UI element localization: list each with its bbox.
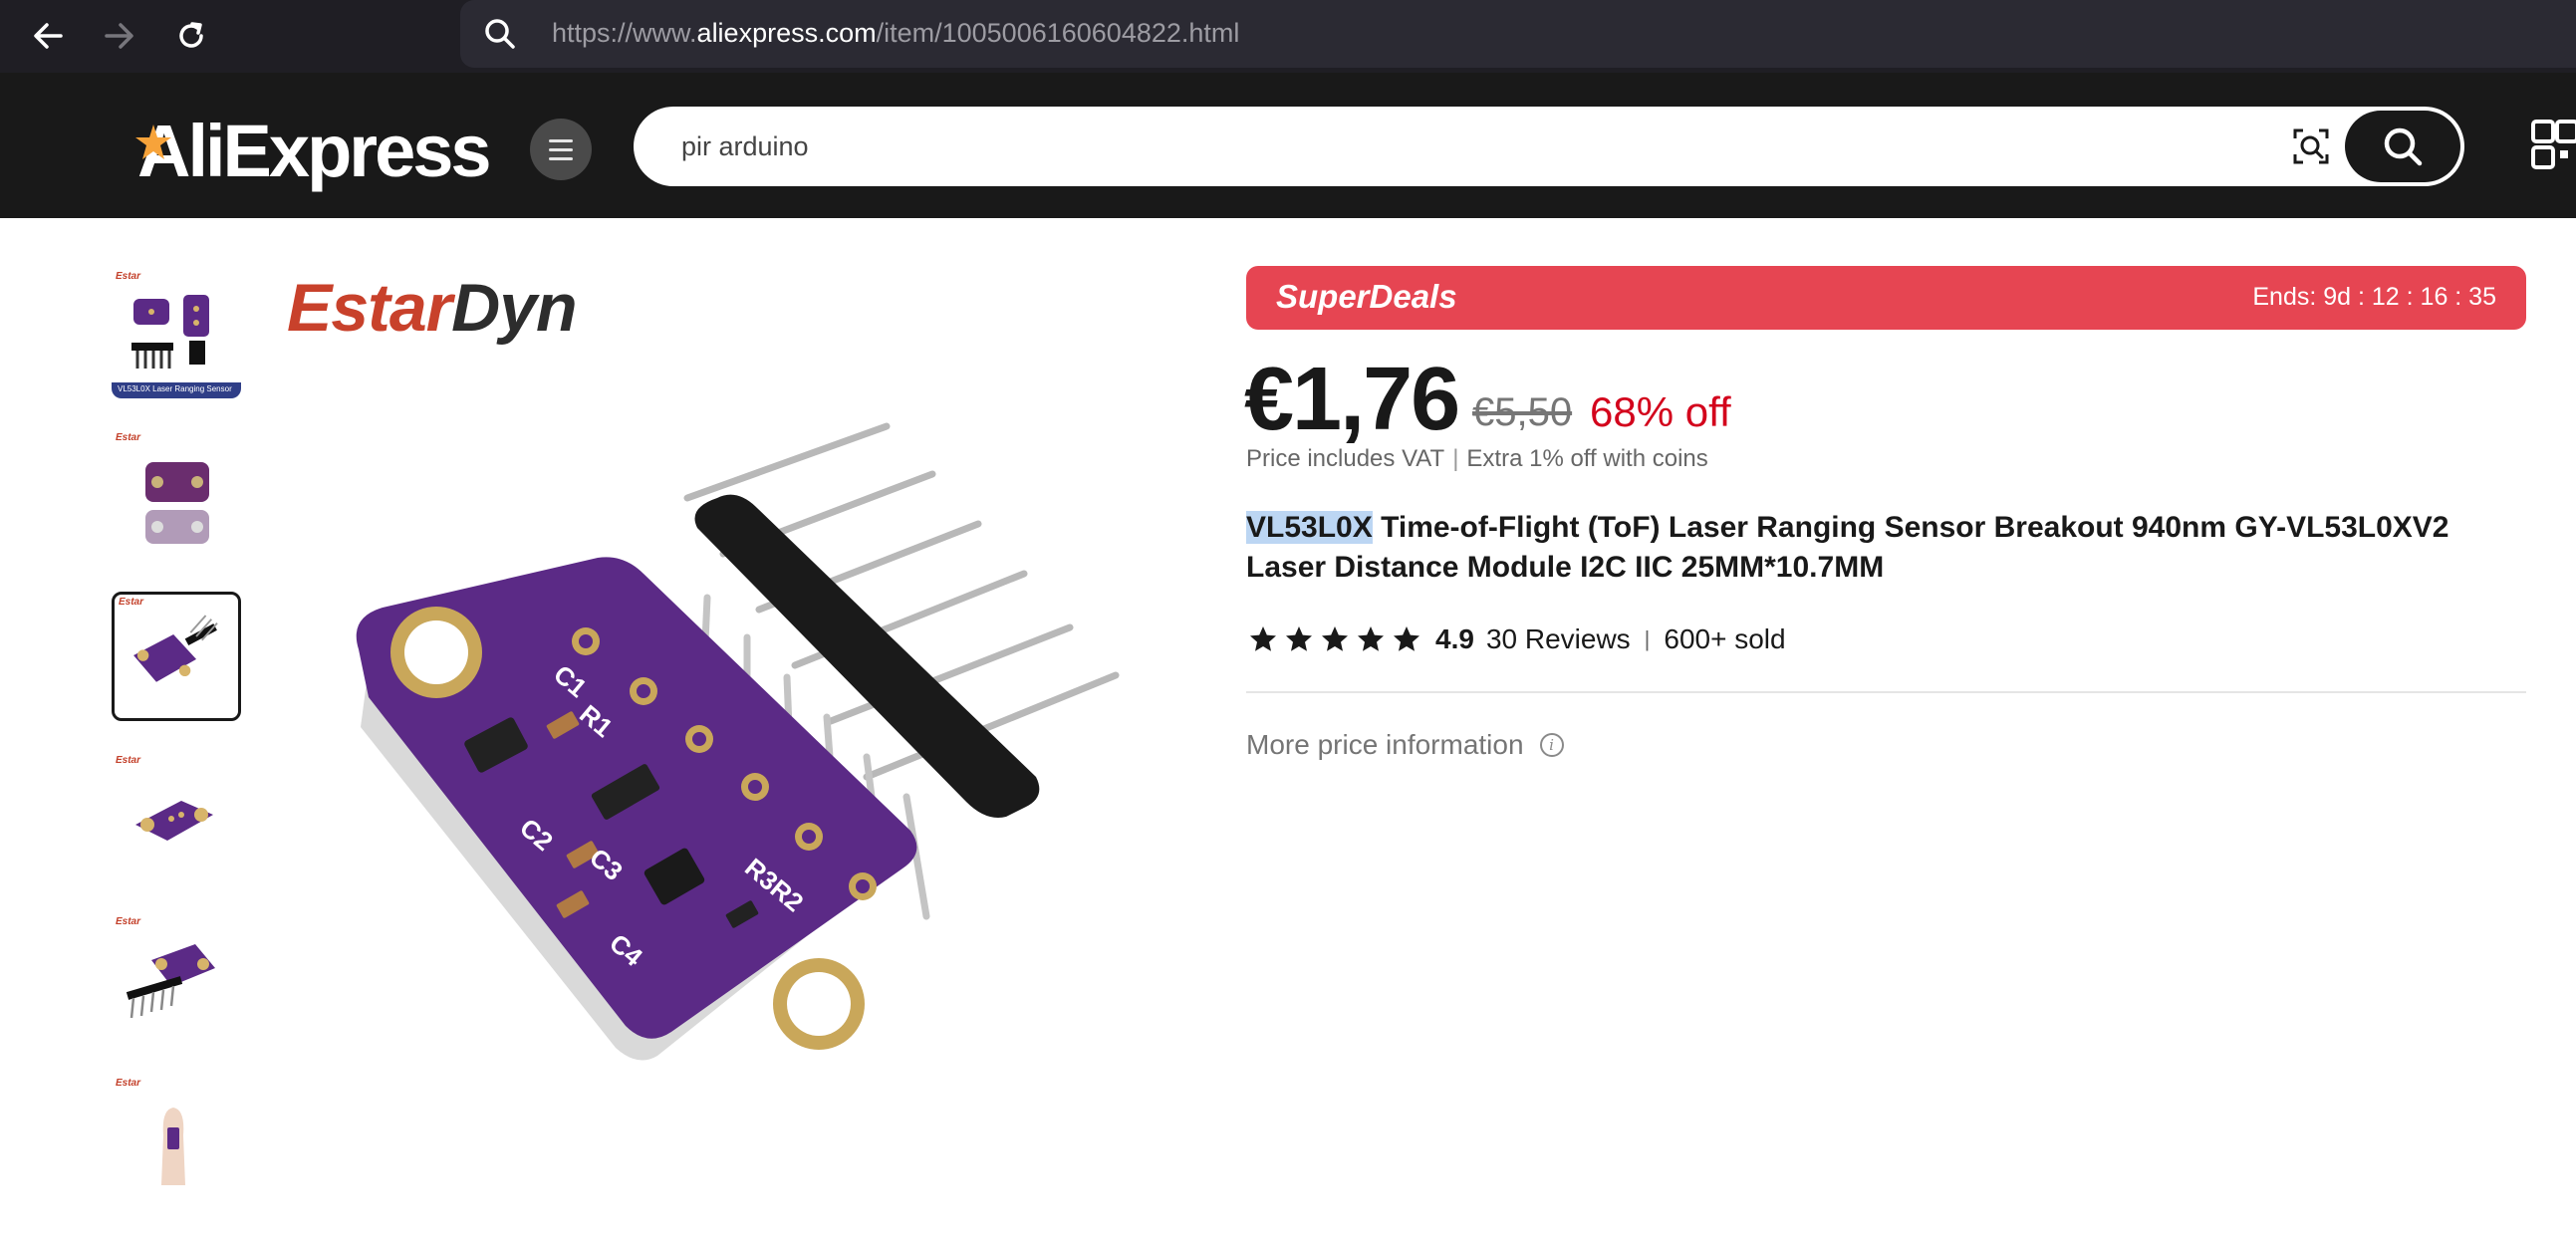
- info-icon[interactable]: i: [1539, 733, 1564, 757]
- search-input[interactable]: [681, 107, 2275, 186]
- star-icon: [1286, 626, 1312, 651]
- current-price: €1,76: [1244, 350, 1460, 449]
- arrow-left-icon: [34, 23, 63, 49]
- site-header: AliExpress: [0, 73, 2576, 218]
- back-button[interactable]: [26, 14, 70, 58]
- divider: [1246, 691, 2526, 693]
- coins-note: Extra 1% off with coins: [1466, 445, 1708, 472]
- gallery-thumbnail[interactable]: Estar: [112, 753, 241, 882]
- sold-count: 600+ sold: [1664, 623, 1786, 654]
- rating-separator: |: [1644, 626, 1651, 651]
- reviews-link[interactable]: 30 Reviews: [1486, 623, 1631, 655]
- hamburger-icon: [549, 138, 573, 142]
- superdeals-banner[interactable]: SuperDeals Ends: 9d : 12 : 16 : 35: [1246, 266, 2526, 330]
- star-icon: [1322, 626, 1348, 651]
- address-bar[interactable]: https://www.aliexpress.com/item/10050061…: [460, 0, 2576, 68]
- logo-star-icon: [135, 124, 171, 159]
- gallery-thumbnail[interactable]: Estar: [112, 914, 241, 1044]
- search-icon: [485, 19, 515, 49]
- rating-value: 4.9: [1435, 623, 1474, 654]
- title-text: Time-of-Flight (ToF) Laser Ranging Senso…: [1246, 511, 2449, 584]
- star-icon: [1250, 626, 1276, 651]
- url-text: https://www.aliexpress.com/item/10050061…: [552, 18, 1240, 48]
- title-highlight: VL53L0X: [1246, 511, 1373, 544]
- image-search-icon[interactable]: [2291, 126, 2331, 166]
- star-icon: [1358, 626, 1384, 651]
- star-rating: [1248, 624, 1421, 654]
- product-title: VL53L0X Time-of-Flight (ToF) Laser Rangi…: [1246, 508, 2526, 588]
- gallery-thumbnail[interactable]: Estar VL53L0X Laser Ranging Sensor: [112, 269, 241, 398]
- aliexpress-logo[interactable]: AliExpress: [135, 109, 492, 193]
- category-menu-button[interactable]: [530, 119, 592, 180]
- thumbnail-caption: VL53L0X Laser Ranging Sensor: [118, 384, 232, 393]
- superdeals-label: SuperDeals: [1276, 278, 1457, 315]
- vat-note: Price includes VAT: [1246, 445, 1445, 472]
- browser-toolbar: https://www.aliexpress.com/item/10050061…: [0, 0, 2576, 73]
- discount-percent: 68% off: [1590, 388, 1731, 435]
- gallery-thumbnail[interactable]: Estar: [112, 1076, 241, 1187]
- search-button[interactable]: [2345, 111, 2460, 182]
- more-price-label: More price information: [1246, 729, 1524, 760]
- rating-row: 4.9 30 Reviews | 600+ sold: [1248, 620, 1786, 659]
- forward-button[interactable]: [98, 14, 141, 58]
- gallery-thumbnail[interactable]: Estar: [112, 430, 241, 560]
- original-price: €5,50: [1472, 390, 1573, 434]
- deal-countdown: Ends: 9d : 12 : 16 : 35: [2252, 283, 2496, 311]
- reload-icon: [179, 22, 203, 48]
- search-bar: [634, 107, 2464, 186]
- main-product-image[interactable]: R1 C2 C3 R3R2 C4 C1: [269, 259, 1165, 1135]
- more-price-info-link[interactable]: More price information i: [1246, 729, 1564, 761]
- star-icon: [1394, 626, 1419, 651]
- qr-code-icon[interactable]: [2530, 119, 2576, 172]
- gallery-thumbnail-selected[interactable]: Estar: [112, 592, 241, 721]
- reload-button[interactable]: [169, 14, 213, 58]
- price-notes: Price includes VAT | Extra 1% off with coi…: [1246, 445, 1708, 472]
- search-icon: [2384, 127, 2423, 166]
- arrow-right-icon: [105, 23, 133, 49]
